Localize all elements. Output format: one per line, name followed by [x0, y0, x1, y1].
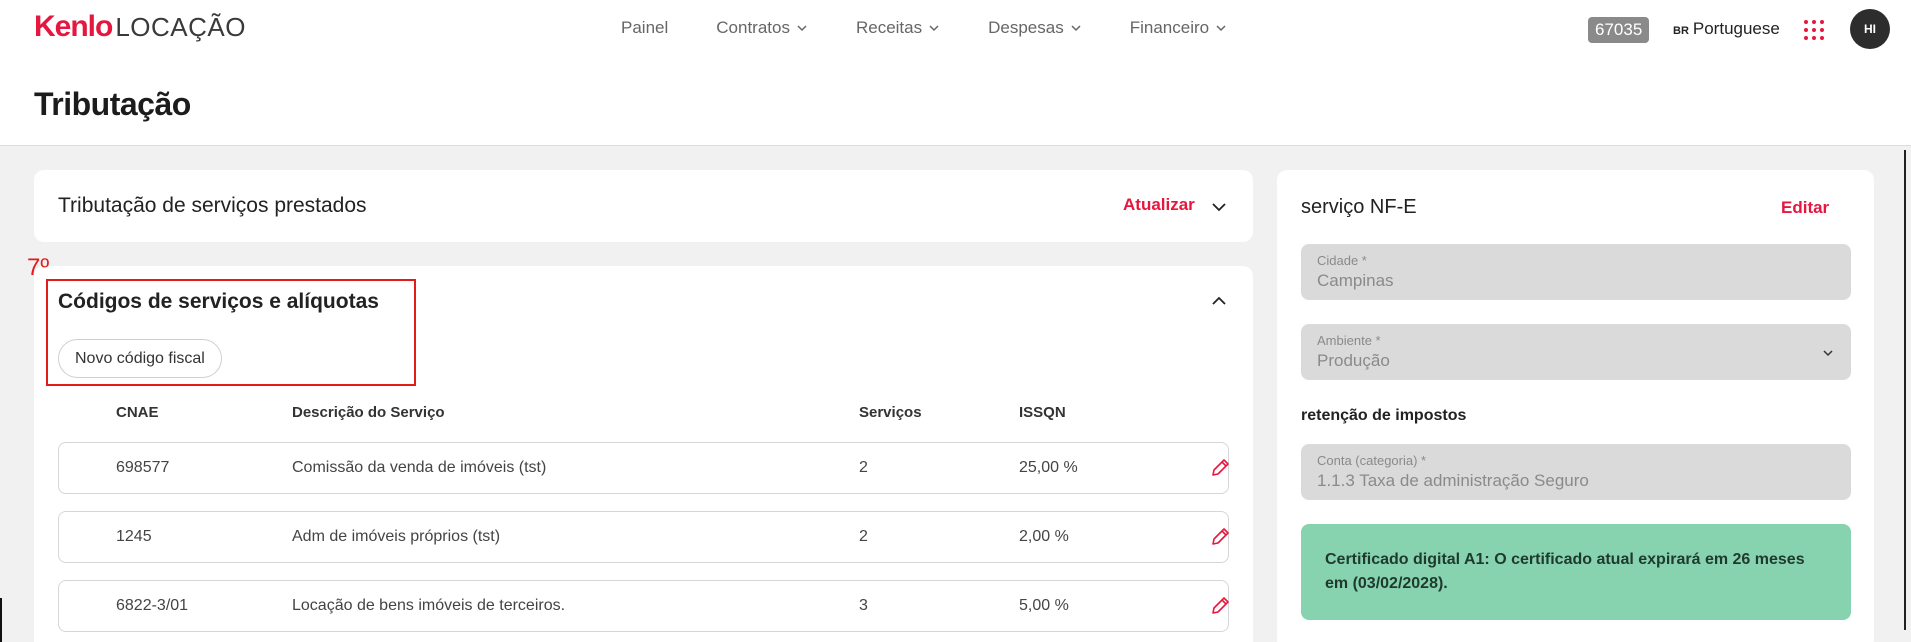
services-cell: 2: [859, 459, 868, 476]
chevron-down-icon: [797, 25, 807, 32]
nav-item-financeiro[interactable]: Financeiro: [1130, 18, 1227, 38]
page-title: Tributação: [34, 86, 191, 122]
nav-item-receitas[interactable]: Receitas: [856, 18, 940, 38]
services-cell: 3: [859, 597, 868, 614]
kenlo-logo[interactable]: Kenlo LOCAÇÃO: [34, 10, 246, 44]
table-row: 1245 Adm de imóveis próprios (tst) 2 2,0…: [58, 511, 1229, 563]
chevron-up-icon[interactable]: [1210, 292, 1228, 310]
description-cell: Locação de bens imóveis de terceiros.: [292, 597, 566, 614]
account-id-badge[interactable]: 67035: [1588, 17, 1650, 43]
pencil-edit-icon[interactable]: [1209, 526, 1231, 548]
table-row: 6822-3/01 Locação de bens imóveis de ter…: [58, 580, 1229, 632]
main-nav: Painel Contratos Receitas Despesas Finan…: [621, 18, 1275, 38]
section-title: retenção de impostos: [1301, 407, 1467, 424]
column-header-cnae: CNAE: [116, 404, 159, 421]
annotation-highlight-box: [46, 279, 416, 386]
tax-services-card: Tributação de serviços prestados Atualiz…: [34, 170, 1253, 242]
chevron-down-icon: [1823, 350, 1833, 357]
city-field[interactable]: Cidade * Campinas: [1301, 244, 1851, 300]
column-header-issqn: ISSQN: [1019, 404, 1066, 421]
table-row: 698577 Comissão da venda de imóveis (tst…: [58, 442, 1229, 494]
logo-text: LOCAÇÃO: [115, 12, 246, 42]
field-value: 1.1.3 Taxa de administração Seguro: [1317, 471, 1589, 490]
nav-label: Receitas: [855, 18, 923, 37]
chevron-down-icon: [1216, 25, 1226, 32]
issqn-cell: 25,00 %: [1019, 459, 1078, 476]
description-cell: Comissão da venda de imóveis (tst): [292, 459, 547, 476]
language-selector[interactable]: BR Portuguese: [1673, 19, 1780, 39]
nav-item-painel[interactable]: Painel: [621, 18, 668, 38]
certificate-alert: Certificado digital A1: O certificado at…: [1301, 524, 1851, 620]
cnae-cell: 1245: [116, 528, 152, 545]
pencil-edit-icon[interactable]: [1209, 457, 1231, 479]
apps-grid-icon[interactable]: [1804, 20, 1824, 40]
card-title: Tributação de serviços prestados: [58, 194, 367, 217]
issqn-cell: 5,00 %: [1019, 597, 1069, 614]
nav-label: Painel: [621, 18, 669, 37]
window-edge: [0, 598, 2, 642]
field-label: Ambiente *: [1317, 333, 1381, 348]
update-link[interactable]: Atualizar: [1123, 195, 1195, 215]
description-cell: Adm de imóveis próprios (tst): [292, 528, 501, 545]
environment-select[interactable]: Ambiente * Produção: [1301, 324, 1851, 380]
field-value: Produção: [1317, 351, 1390, 370]
field-label: Conta (categoria) *: [1317, 453, 1427, 468]
scrollbar-thumb[interactable]: [1904, 150, 1906, 630]
nav-item-contratos[interactable]: Contratos: [716, 18, 808, 38]
cnae-cell: 698577: [116, 459, 170, 476]
top-bar: Kenlo LOCAÇÃO Painel Contratos Receitas …: [0, 0, 1911, 146]
edit-link[interactable]: Editar: [1781, 198, 1829, 218]
flag-icon: BR: [1673, 25, 1689, 37]
issqn-cell: 2,00 %: [1019, 528, 1069, 545]
chevron-down-icon: [929, 25, 939, 32]
account-category-field[interactable]: Conta (categoria) * 1.1.3 Taxa de admini…: [1301, 444, 1851, 500]
column-header-description: Descrição do Serviço: [292, 404, 445, 421]
chevron-down-icon: [1071, 25, 1081, 32]
language-label: Portuguese: [1692, 19, 1780, 38]
nav-label: Contratos: [716, 18, 790, 37]
nav-label: Financeiro: [1129, 18, 1210, 37]
cnae-cell: 6822-3/01: [116, 597, 189, 614]
chevron-down-icon[interactable]: [1210, 198, 1228, 216]
avatar[interactable]: HI: [1850, 9, 1890, 49]
column-header-services: Serviços: [859, 404, 922, 421]
nfe-service-card: serviço NF-E Editar Cidade * Campinas Am…: [1277, 170, 1874, 642]
services-cell: 2: [859, 528, 868, 545]
pencil-edit-icon[interactable]: [1209, 595, 1231, 617]
logo-mark: Kenlo: [34, 10, 113, 43]
card-title: serviço NF-E: [1301, 196, 1417, 218]
field-value: Campinas: [1317, 271, 1394, 290]
nav-item-despesas[interactable]: Despesas: [988, 18, 1082, 38]
annotation-label: 7º: [27, 254, 50, 281]
field-label: Cidade *: [1317, 253, 1367, 268]
nav-label: Despesas: [988, 18, 1064, 37]
